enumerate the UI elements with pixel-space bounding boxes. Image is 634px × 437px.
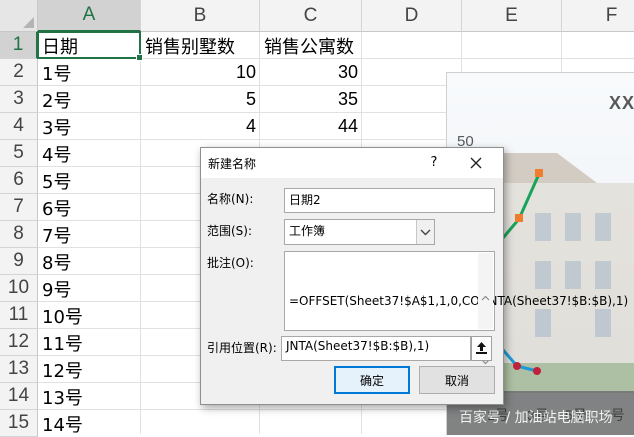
cell-c4[interactable]: 44 <box>260 113 362 140</box>
name-input[interactable]: 日期2 <box>284 188 495 213</box>
scope-label: 范围(S): <box>207 224 253 238</box>
row-header-12[interactable]: 12 <box>0 329 38 356</box>
refers-to-label: 引用位置(R): <box>207 341 277 355</box>
row-header-6[interactable]: 6 <box>0 167 38 194</box>
column-header-c[interactable]: C <box>260 0 362 32</box>
row-header-15[interactable]: 15 <box>0 410 38 437</box>
row-header-11[interactable]: 11 <box>0 302 38 329</box>
comment-scrollbar[interactable] <box>478 253 493 365</box>
active-cell-border[interactable] <box>37 31 143 61</box>
scope-dropdown-button[interactable] <box>416 220 434 244</box>
row-header-13[interactable]: 13 <box>0 356 38 383</box>
row-header-14[interactable]: 14 <box>0 383 38 410</box>
column-header-a[interactable]: A <box>38 0 141 32</box>
new-name-dialog: 新建名称 ? 名称(N): 日期2 范围(S): 工作簿 批注(O): =OFF… <box>200 147 628 405</box>
cell-a15[interactable]: 14号 <box>38 410 141 437</box>
scope-select[interactable]: 工作簿 <box>284 219 435 245</box>
cell-c2[interactable]: 30 <box>260 59 362 86</box>
cell-a3[interactable]: 2号 <box>38 86 141 113</box>
close-button[interactable] <box>465 152 487 174</box>
cell-a8[interactable]: 7号 <box>38 221 141 248</box>
cell-a2[interactable]: 1号 <box>38 59 141 86</box>
dialog-title: 新建名称 <box>208 157 257 171</box>
cell-b4[interactable]: 4 <box>141 113 260 140</box>
row-header-3[interactable]: 3 <box>0 86 38 113</box>
row-header-9[interactable]: 9 <box>0 248 38 275</box>
cell-a12[interactable]: 11号 <box>38 329 141 356</box>
cell-a11[interactable]: 10号 <box>38 302 141 329</box>
row-header-8[interactable]: 8 <box>0 221 38 248</box>
name-label: 名称(N): <box>207 192 254 206</box>
dialog-titlebar[interactable]: 新建名称 ? <box>201 148 503 178</box>
cell-c3[interactable]: 35 <box>260 86 362 113</box>
cell-a13[interactable]: 12号 <box>38 356 141 383</box>
chevron-down-icon <box>420 229 431 236</box>
column-header-b[interactable]: B <box>141 0 260 32</box>
comment-textarea[interactable]: =OFFSET(Sheet37!$A$1,1,0,COUNTA(Sheet37!… <box>284 251 628 365</box>
refers-to-input[interactable]: JNTA(Sheet37!$B:$B),1) <box>281 336 471 361</box>
close-icon <box>470 157 482 169</box>
collapse-dialog-button[interactable] <box>471 336 492 361</box>
scope-select-value: 工作簿 <box>289 224 326 238</box>
column-header-e[interactable]: E <box>462 0 562 32</box>
cell-c1[interactable]: 销售公寓数 <box>260 32 380 59</box>
comment-label: 批注(O): <box>207 256 254 270</box>
column-header-f[interactable]: F <box>562 0 634 32</box>
select-all-corner[interactable] <box>0 0 38 32</box>
cancel-button[interactable]: 取消 <box>419 366 495 394</box>
comment-text: =OFFSET(Sheet37!$A$1,1,0,COUNTA(Sheet37!… <box>289 294 629 308</box>
cell-a4[interactable]: 3号 <box>38 113 141 140</box>
chart-title: XXX <box>609 93 634 113</box>
row-header-10[interactable]: 10 <box>0 275 38 302</box>
cell-a9[interactable]: 8号 <box>38 248 141 275</box>
cell-a7[interactable]: 6号 <box>38 194 141 221</box>
cell-b3[interactable]: 5 <box>141 86 260 113</box>
cell-b1[interactable]: 销售别墅数 <box>141 32 266 59</box>
cell-a5[interactable]: 4号 <box>38 140 141 167</box>
collapse-arrow-icon <box>476 342 487 354</box>
cell-b2[interactable]: 10 <box>141 59 260 86</box>
row-header-7[interactable]: 7 <box>0 194 38 221</box>
help-button[interactable]: ? <box>423 152 445 174</box>
column-header-d[interactable]: D <box>362 0 462 32</box>
cell-a14[interactable]: 13号 <box>38 383 141 410</box>
watermark-text: 百家号 / 加油站电脑职场 <box>459 410 613 426</box>
row-header-1[interactable]: 1 <box>0 32 38 59</box>
row-header-5[interactable]: 5 <box>0 140 38 167</box>
row-header-4[interactable]: 4 <box>0 113 38 140</box>
cell-a10[interactable]: 9号 <box>38 275 141 302</box>
row-header-2[interactable]: 2 <box>0 59 38 86</box>
ok-button[interactable]: 确定 <box>334 366 410 394</box>
cell-a6[interactable]: 5号 <box>38 167 141 194</box>
